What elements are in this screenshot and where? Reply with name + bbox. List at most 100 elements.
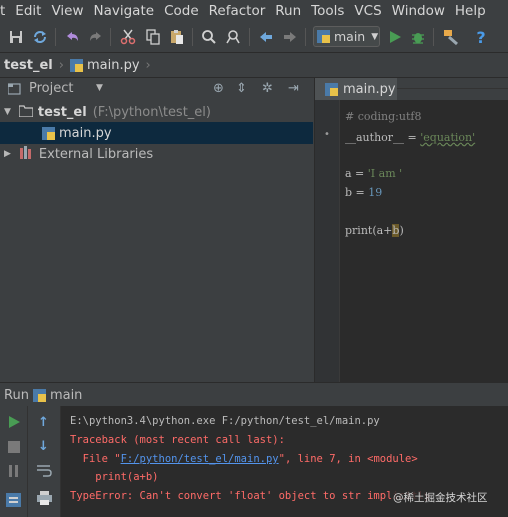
run-panel-title: Run [4,387,29,403]
code-b-assign: b = [345,186,369,199]
tree-item-root[interactable]: ▼ test_el (F:\python\test_el) [0,101,313,123]
save-all-icon[interactable] [6,27,26,47]
run-toolbar-primary [0,406,28,517]
menu-window[interactable]: Window [387,3,450,19]
main-toolbar: main ▼ ? [0,22,508,53]
tree-item-main-py[interactable]: main.py [0,122,313,144]
code-print-fn: print(a+ [345,224,393,237]
tab-label: main.py [343,81,396,97]
python-file-icon [32,388,46,402]
breadcrumb: test_el › main.py › [0,53,508,78]
replace-icon[interactable] [223,27,243,47]
code-editor[interactable]: • # coding:utf8 __author__ = 'equation' … [314,100,508,382]
expand-arrow-icon[interactable]: ▼ [4,107,11,117]
menu-code[interactable]: Code [159,3,204,19]
project-view-icon [7,82,21,99]
find-icon[interactable] [199,27,219,47]
rerun-icon[interactable] [7,415,21,433]
gear-icon[interactable]: ✲ [262,81,273,96]
run-panel-header: Run main [0,382,508,407]
editor-tab-bar: main.py [314,78,508,100]
collapse-all-icon[interactable]: ⇕ [236,81,247,96]
menu-navigate[interactable]: Navigate [89,3,160,19]
print-icon[interactable] [37,491,52,509]
menu-bar: t Edit View Navigate Code Refactor Run T… [0,0,508,22]
pause-icon[interactable] [8,465,20,481]
back-icon[interactable] [256,27,276,47]
scroll-from-source-icon[interactable]: ⊕ [213,81,224,96]
run-panel-config[interactable]: main [50,388,82,403]
redo-icon[interactable] [86,27,106,47]
run-config-select[interactable]: main ▼ [313,26,380,47]
hide-panel-icon[interactable]: ⇥ [288,81,299,96]
breadcrumb-end-icon: › [145,57,151,73]
code-print-close: ) [399,224,404,237]
up-arrow-icon[interactable]: ↑ [38,415,49,430]
editor-gutter: • [315,100,340,382]
console-command-line: E:\python3.4\python.exe F:/python/test_e… [70,415,380,427]
console-error-line: TypeError: Can't convert 'float' object … [70,490,431,502]
expand-arrow-icon[interactable]: ▶ [4,149,11,159]
menu-edit[interactable]: Edit [10,3,46,19]
menu-tools[interactable]: Tools [306,3,349,19]
forward-icon[interactable] [280,27,300,47]
console-file-suffix: ", line 7, in <module> [278,453,418,465]
tree-file-label: main.py [59,125,112,141]
help-icon[interactable]: ? [471,27,491,47]
tree-root-label: test_el [37,104,87,120]
settings-icon[interactable] [441,27,461,47]
console-traceback-header: Traceback (most recent call last): [70,434,285,446]
debug-icon[interactable] [408,27,428,47]
copy-icon[interactable] [143,27,163,47]
breadcrumb-project[interactable]: test_el [4,58,53,73]
code-a-value: 'I am ' [367,167,403,180]
tree-external-label: External Libraries [38,146,154,162]
console-file-line: File "F:/python/test_el/main.py", line 7… [70,453,418,465]
watermark: @稀土掘金技术社区 [391,490,490,505]
code-print-line: print(a+b) [345,224,404,237]
tree-root-path: (F:\python\test_el) [92,104,211,120]
code-comment-line: # coding:utf8 [345,110,422,123]
code-a-line: a = 'I am ' [345,167,402,180]
menu-refactor[interactable]: Refactor [204,3,271,19]
tree-item-external-libraries[interactable]: ▶ External Libraries [0,143,313,165]
menu-help[interactable]: Help [450,3,491,19]
breadcrumb-separator-icon: › [58,57,64,73]
code-a-assign: a = [345,167,368,180]
menu-view[interactable]: View [46,3,88,19]
chevron-down-icon: ▼ [371,31,379,42]
run-icon[interactable] [385,27,405,47]
run-config-label: main [334,29,366,44]
project-panel-title[interactable]: Project [29,81,73,96]
console-code-line: print(a+b) [70,471,159,483]
menu-vcs[interactable]: VCS [349,3,386,19]
chevron-down-icon[interactable]: ▼ [96,83,103,93]
breadcrumb-file[interactable]: main.py [87,58,140,73]
run-console[interactable]: E:\python3.4\python.exe F:/python/test_e… [61,406,508,517]
paste-icon[interactable] [167,27,187,47]
console-file-link[interactable]: F:/python/test_el/main.py [121,453,279,465]
down-arrow-icon[interactable]: ↓ [38,439,49,454]
dump-threads-icon[interactable] [6,493,21,511]
fold-marker-icon: • [324,129,330,140]
code-author-line: __author__ = 'equation' [345,131,475,144]
python-file-icon [325,82,338,96]
python-file-icon [69,58,83,72]
stop-icon[interactable] [8,441,20,457]
code-b-value: 19 [368,186,383,199]
sync-icon[interactable] [30,27,50,47]
menu-run[interactable]: Run [270,3,306,19]
soft-wrap-icon[interactable] [37,464,52,481]
tab-main-py[interactable]: main.py [315,78,397,100]
python-file-icon [42,126,55,140]
cut-icon[interactable] [118,27,138,47]
folder-icon [18,105,34,121]
project-panel-header: Project ▼ ⊕ ⇕ ✲ ⇥ [0,78,313,101]
code-author-name: __author__ [345,131,405,144]
run-toolbar-secondary: ↑ ↓ [28,406,61,517]
menu-file[interactable]: t [0,3,10,19]
python-file-icon [317,30,330,43]
library-icon [19,145,34,163]
code-author-value: 'equation' [420,131,476,144]
undo-icon[interactable] [62,27,82,47]
